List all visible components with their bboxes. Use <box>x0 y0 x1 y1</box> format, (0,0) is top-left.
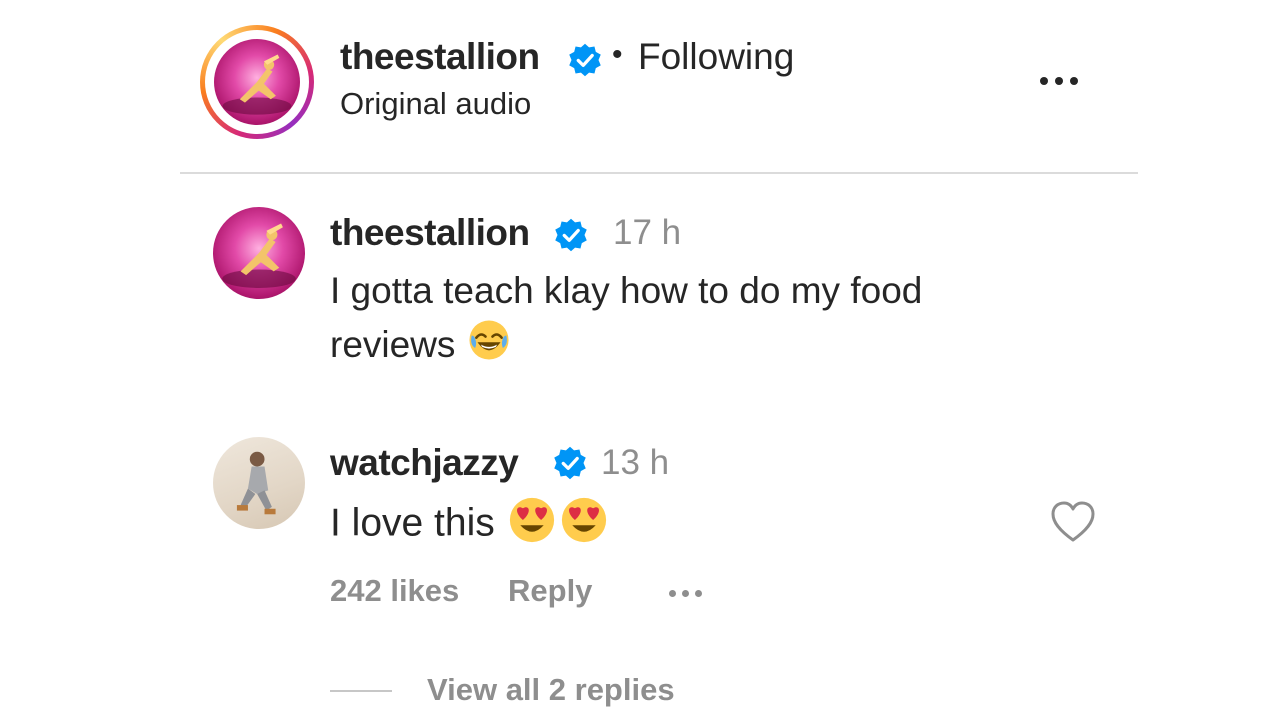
heart-icon[interactable] <box>1049 500 1097 544</box>
comment-text-body: I love this <box>330 501 495 545</box>
verified-badge-icon <box>567 42 603 78</box>
comment-username[interactable]: watchjazzy <box>330 442 519 484</box>
replies-divider <box>330 690 392 692</box>
smiling-face-with-heart-eyes-icon <box>558 494 610 556</box>
comment-username[interactable]: theestallion <box>330 212 530 254</box>
comment-timestamp[interactable]: 13 h <box>601 443 669 483</box>
verified-badge-icon <box>553 217 589 253</box>
verified-badge-icon <box>552 445 588 481</box>
comment-avatar[interactable] <box>213 207 305 299</box>
comment-text: I gotta teach klay how to do my food rev… <box>330 265 1050 377</box>
smiling-face-with-heart-eyes-icon <box>506 494 558 556</box>
profile-avatar[interactable] <box>214 39 300 125</box>
view-replies-button[interactable]: View all 2 replies <box>427 672 675 708</box>
comment-avatar[interactable] <box>213 437 305 529</box>
face-with-tears-of-joy-icon <box>466 317 512 377</box>
header-divider <box>180 172 1138 174</box>
following-button[interactable]: Following <box>638 36 794 78</box>
comment-text: I love this <box>330 494 610 556</box>
header-username[interactable]: theestallion <box>340 36 540 78</box>
more-options-icon[interactable] <box>669 589 702 597</box>
likes-count[interactable]: 242 likes <box>330 573 459 609</box>
reply-button[interactable]: Reply <box>508 573 592 609</box>
comment-text-body: I gotta teach klay how to do my food rev… <box>330 270 923 365</box>
comment-timestamp[interactable]: 17 h <box>613 213 681 253</box>
separator-dot: • <box>612 38 623 71</box>
more-options-icon[interactable] <box>1040 75 1078 87</box>
original-audio-link[interactable]: Original audio <box>340 86 531 122</box>
